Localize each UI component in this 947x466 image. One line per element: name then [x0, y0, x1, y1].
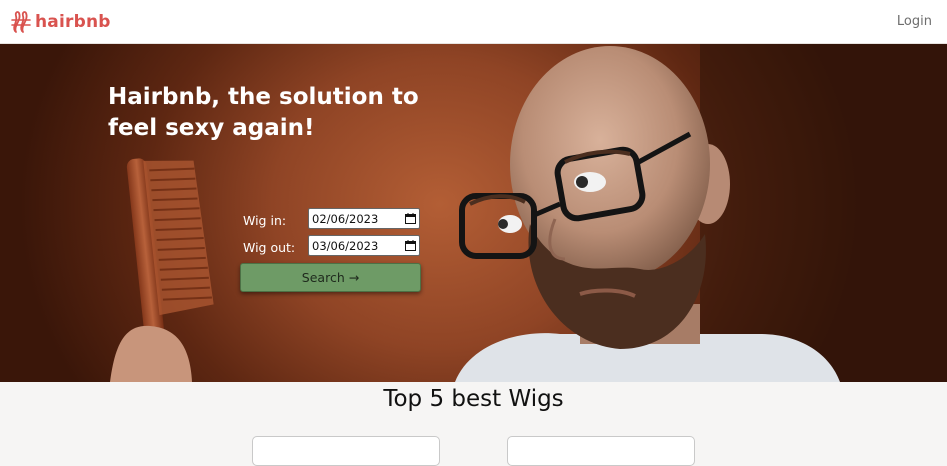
wig-in-date-input[interactable]: 02/06/2023 — [308, 208, 420, 229]
wig-out-row: Wig out: 03/06/2023 — [240, 235, 422, 262]
calendar-icon[interactable] — [405, 213, 416, 224]
wig-out-label: Wig out: — [243, 240, 296, 255]
navbar: hairbnb Login — [0, 0, 947, 44]
wig-in-row: Wig in: 02/06/2023 — [240, 208, 422, 235]
wig-card[interactable] — [507, 436, 695, 466]
search-button[interactable]: Search → — [240, 263, 421, 292]
wigs-section-title: Top 5 best Wigs — [383, 386, 564, 412]
login-link[interactable]: Login — [897, 14, 932, 29]
hairbnb-logo-icon — [11, 11, 31, 33]
wig-in-label: Wig in: — [243, 213, 287, 228]
wig-out-date-input[interactable]: 03/06/2023 — [308, 235, 420, 256]
wig-out-date-value: 03/06/2023 — [312, 238, 379, 253]
wig-in-date-value: 02/06/2023 — [312, 211, 379, 226]
calendar-icon[interactable] — [405, 240, 416, 251]
brand-name: hairbnb — [35, 12, 111, 32]
booking-form: Wig in: 02/06/2023 Wig out: 03/06/2023 S… — [240, 208, 422, 292]
hero-banner: Hairbnb, the solution to feel sexy again… — [0, 44, 947, 382]
hero-title: Hairbnb, the solution to feel sexy again… — [108, 84, 419, 141]
wig-card[interactable] — [252, 436, 440, 466]
brand-logo[interactable]: hairbnb — [10, 10, 111, 34]
